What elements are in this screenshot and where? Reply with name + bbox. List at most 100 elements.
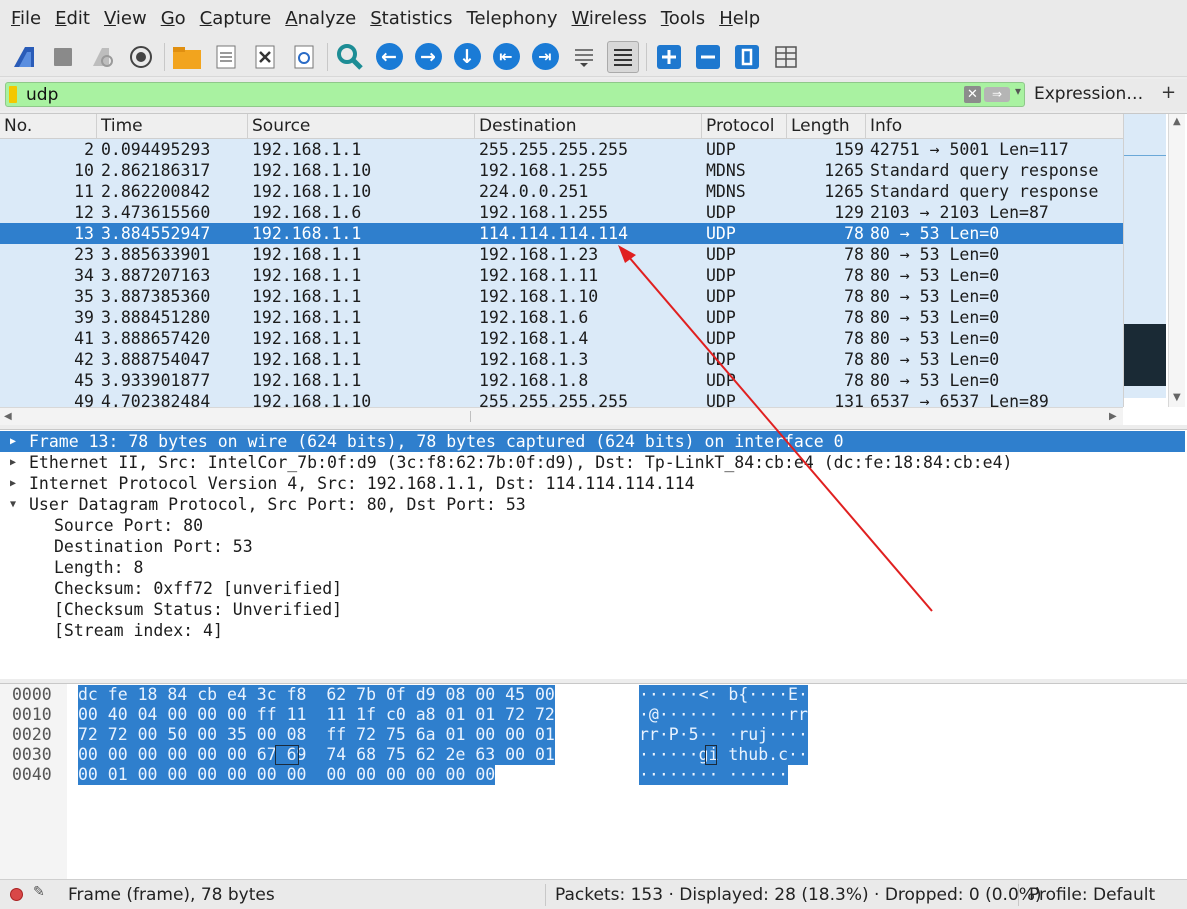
detail-udp-field[interactable]: [Checksum Status: Unverified] — [0, 599, 1185, 620]
stop-capture-icon[interactable] — [47, 41, 79, 73]
expand-arrow-icon[interactable]: ▶ — [10, 473, 16, 494]
clear-filter-icon[interactable]: ✕ — [964, 86, 981, 103]
detail-udp-field[interactable]: [Stream index: 4] — [0, 620, 1185, 641]
scroll-left-icon[interactable]: ◀ — [4, 411, 12, 422]
bytes-ascii[interactable]: ······gi thub.c·· — [639, 745, 808, 765]
display-filter-input[interactable] — [26, 83, 926, 106]
bytes-hex[interactable]: 00 01 00 00 00 00 00 00 00 00 00 00 00 0… — [78, 765, 496, 785]
add-filter-button[interactable]: + — [1161, 82, 1176, 103]
scroll-down-icon[interactable]: ▼ — [1173, 392, 1181, 403]
menu-wireless[interactable]: Wireless — [565, 8, 654, 29]
last-packet-icon[interactable]: ⇥ — [529, 41, 561, 73]
go-forward-icon[interactable]: → — [412, 41, 444, 73]
menu-help[interactable]: Help — [712, 8, 767, 29]
detail-frame[interactable]: ▶ Frame 13: 78 bytes on wire (624 bits),… — [0, 431, 1185, 452]
bytes-ascii[interactable]: ······<· b{····E· — [639, 685, 808, 705]
start-capture-icon[interactable] — [8, 41, 40, 73]
column-header-time[interactable]: Time — [97, 114, 248, 139]
menu-label: ile — [20, 8, 42, 29]
table-row[interactable]: 2 0.094495293 192.168.1.1 255.255.255.255 UD… — [0, 139, 1123, 160]
status-profile[interactable]: Profile: Default — [1029, 885, 1155, 905]
table-row-selected[interactable]: 13 3.884552947 192.168.1.1 114.114.114.114 U… — [0, 223, 1123, 244]
bytes-hex[interactable]: 00 00 00 00 00 00 67 69 74 68 75 62 2e 6… — [78, 745, 555, 765]
detail-ethernet[interactable]: ▶ Ethernet II, Src: IntelCor_7b:0f:d9 (3… — [0, 452, 1185, 473]
cell-source: 192.168.1.1 — [252, 329, 362, 348]
reload-file-icon[interactable] — [288, 41, 320, 73]
first-packet-icon[interactable]: ⇤ — [490, 41, 522, 73]
packet-list-horizontal-scrollbar[interactable]: ◀ ▶ — [0, 407, 1123, 425]
display-filter-field[interactable]: ✕ ⇒ ▾ — [5, 82, 1025, 107]
colorize-icon[interactable] — [607, 40, 639, 73]
apply-filter-icon[interactable]: ⇒ — [984, 87, 1010, 102]
zoom-in-icon[interactable] — [653, 41, 685, 73]
zoom-out-icon[interactable] — [692, 41, 724, 73]
table-row[interactable]: 45 3.933901877 192.168.1.1 192.168.1.8 UDP 78… — [0, 370, 1123, 391]
menu-telephony[interactable]: Telephony — [460, 8, 565, 29]
detail-udp-field[interactable]: Checksum: 0xff72 [unverified] — [0, 578, 1185, 599]
bytes-offset: 0000 — [12, 685, 52, 704]
menu-view[interactable]: View — [97, 8, 154, 29]
auto-scroll-icon[interactable] — [568, 41, 600, 73]
table-row[interactable]: 39 3.888451280 192.168.1.1 192.168.1.6 UDP 78… — [0, 307, 1123, 328]
cell-destination: 192.168.1.23 — [479, 245, 599, 264]
collapse-arrow-icon[interactable]: ▼ — [10, 494, 16, 515]
table-row[interactable]: 34 3.887207163 192.168.1.1 192.168.1.11 UDP 7… — [0, 265, 1123, 286]
bytes-ascii[interactable]: ·@······ ······rr — [639, 705, 808, 725]
bytes-hex[interactable]: dc fe 18 84 cb e4 3c f8 62 7b 0f d9 08 0… — [78, 685, 555, 705]
detail-udp[interactable]: ▼ User Datagram Protocol, Src Port: 80, … — [0, 494, 1185, 515]
cell-time: 4.702382484 — [101, 392, 211, 407]
bytes-ascii[interactable]: ········ ······ — [639, 765, 789, 785]
menu-tools[interactable]: Tools — [654, 8, 712, 29]
column-header-length[interactable]: Length — [787, 114, 866, 139]
table-row[interactable]: 23 3.885633901 192.168.1.1 192.168.1.23 UDP 7… — [0, 244, 1123, 265]
close-file-icon[interactable] — [249, 41, 281, 73]
table-row[interactable]: 41 3.888657420 192.168.1.1 192.168.1.4 UDP 78… — [0, 328, 1123, 349]
detail-udp-field[interactable]: Length: 8 — [0, 557, 1185, 578]
find-packet-icon[interactable] — [334, 41, 366, 73]
scroll-thumb[interactable] — [470, 411, 471, 422]
cell-time: 3.888657420 — [101, 329, 211, 348]
save-file-icon[interactable] — [210, 41, 242, 73]
bookmark-icon[interactable] — [9, 86, 17, 103]
menu-statistics[interactable]: Statistics — [363, 8, 459, 29]
scroll-right-icon[interactable]: ▶ — [1109, 411, 1117, 422]
expert-info-icon[interactable] — [10, 888, 23, 901]
column-header-source[interactable]: Source — [248, 114, 475, 139]
expand-arrow-icon[interactable]: ▶ — [10, 431, 16, 452]
menu-file[interactable]: File — [4, 8, 48, 29]
menu-edit[interactable]: Edit — [48, 8, 97, 29]
detail-udp-field[interactable]: Source Port: 80 — [0, 515, 1185, 536]
expression-button[interactable]: Expression… — [1034, 84, 1143, 104]
table-row[interactable]: 12 3.473615560 192.168.1.6 192.168.1.255 UDP… — [0, 202, 1123, 223]
normal-size-icon[interactable] — [731, 41, 763, 73]
menu-analyze[interactable]: Analyze — [278, 8, 363, 29]
scroll-up-icon[interactable]: ▲ — [1173, 116, 1181, 127]
capture-comment-icon[interactable]: ✎ — [33, 884, 45, 900]
packet-list-vertical-scrollbar[interactable]: ▲ ▼ — [1168, 114, 1185, 407]
restart-capture-icon[interactable] — [86, 41, 118, 73]
menu-capture[interactable]: Capture — [193, 8, 279, 29]
go-back-icon[interactable]: ← — [373, 41, 405, 73]
menu-label: Telephony — [466, 8, 558, 29]
go-to-packet-icon[interactable]: ↓ — [451, 41, 483, 73]
open-file-icon[interactable] — [171, 41, 203, 73]
menu-go[interactable]: Go — [154, 8, 193, 29]
bytes-hex[interactable]: 72 72 00 50 00 35 00 08 ff 72 75 6a 01 0… — [78, 725, 555, 745]
table-row[interactable]: 10 2.862186317 192.168.1.10 192.168.1.255 MD… — [0, 160, 1123, 181]
table-row[interactable]: 35 3.887385360 192.168.1.1 192.168.1.10 UDP 7… — [0, 286, 1123, 307]
detail-udp-field[interactable]: Destination Port: 53 — [0, 536, 1185, 557]
filter-history-dropdown[interactable]: ▾ — [1015, 84, 1021, 98]
expand-arrow-icon[interactable]: ▶ — [10, 452, 16, 473]
table-row[interactable]: 49 4.702382484 192.168.1.10 255.255.255.255… — [0, 391, 1123, 407]
capture-options-icon[interactable] — [125, 41, 157, 73]
column-header-info[interactable]: Info — [866, 114, 1123, 139]
table-row[interactable]: 42 3.888754047 192.168.1.1 192.168.1.3 UDP 78… — [0, 349, 1123, 370]
detail-ip[interactable]: ▶ Internet Protocol Version 4, Src: 192.… — [0, 473, 1185, 494]
column-header-protocol[interactable]: Protocol — [702, 114, 787, 139]
bytes-ascii[interactable]: rr·P·5·· ·ruj···· — [639, 725, 808, 745]
resize-columns-icon[interactable] — [770, 41, 802, 73]
column-header-destination[interactable]: Destination — [475, 114, 702, 139]
bytes-hex[interactable]: 00 40 04 00 00 00 ff 11 11 1f c0 a8 01 0… — [78, 705, 555, 725]
table-row[interactable]: 11 2.862200842 192.168.1.10 224.0.0.251 MDNS… — [0, 181, 1123, 202]
column-header-no[interactable]: No. — [0, 114, 97, 139]
